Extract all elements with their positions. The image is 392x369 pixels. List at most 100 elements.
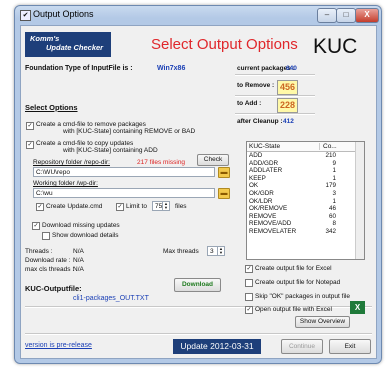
list-item-count: 1 [332,197,336,205]
stepper-arrows-icon[interactable]: ▲ ▼ [162,202,169,210]
list-item[interactable]: ADD 210 [247,152,364,160]
list-item-state: ADDLATER [249,167,283,175]
column-header-count[interactable]: Co... [319,143,337,150]
list-item-count: 46 [328,205,336,213]
list-item[interactable]: OK/REMOVE 46 [247,205,364,213]
show-download-details-checkbox[interactable] [42,232,50,240]
max-threads-stepper[interactable]: 3 ▲ ▼ [207,246,225,256]
stepper-arrows-icon[interactable]: ▲ ▼ [217,247,224,255]
working-folder-input[interactable]: C:\wu [33,188,215,198]
download-missing-checkbox[interactable]: ✓ [32,222,40,230]
column-header-state[interactable]: KUC-State [249,143,280,150]
create-update-cmd-label: Create Update.cmd [46,203,103,210]
max-cls-threads-label: max cls threads : [25,266,75,273]
maximize-button[interactable]: □ [336,8,356,23]
list-item[interactable]: KEEP 1 [247,175,364,183]
minimize-button[interactable]: – [317,8,337,23]
list-item[interactable]: REMOVE/ADD 8 [247,220,364,228]
files-label: files [175,203,187,210]
logo-line-1: Komm's [30,34,60,43]
list-item[interactable]: OK/LDR 1 [247,198,364,206]
foundation-label: Foundation Type of InputFile is : [25,65,133,72]
prerelease-link[interactable]: version is pre-release [25,342,92,349]
exit-button[interactable]: Exit [329,339,371,354]
list-item[interactable]: OK 179 [247,182,364,190]
logo-line-2: Update Checker [46,43,104,52]
remove-cmd-checkbox[interactable]: ✓ [26,122,34,130]
excel-output-checkbox[interactable]: ✓ [245,265,253,273]
list-item-count: 179 [325,182,336,190]
limit-to-checkbox[interactable]: ✓ [116,203,124,211]
open-excel-checkbox[interactable]: ✓ [245,306,253,314]
repo-folder-label: Repository folder /repo-dir: [33,159,110,166]
list-rows: ADD 210 ADD/GDR 9 ADDLATER 1 KEEP 1 OK 179 OK/GDR 3… [247,152,364,236]
list-item-count: 9 [332,159,336,167]
download-missing-label: Download missing updates [42,222,120,229]
list-scrollbar[interactable] [355,142,364,259]
max-threads-value: 3 [210,248,214,255]
to-add-label: to Add : [237,100,262,107]
folder-icon[interactable]: ▬ [218,167,230,178]
outputfile-label: KUC-Outputfile: [25,284,82,293]
copy-cmd-label-1: Create a cmd-file to copy updates [36,140,134,147]
list-item-count: 3 [332,189,336,197]
notepad-output-label: Create output file for Notepad [255,279,341,286]
show-download-details-label: Show download details [52,232,119,239]
threads-label: Threads : [25,248,53,255]
list-item-state: KEEP [249,174,266,182]
window-title: Output Options [33,9,94,19]
divider [235,74,315,76]
download-button[interactable]: Download [174,278,221,292]
list-item[interactable]: ADD/GDR 9 [247,160,364,168]
kuc-state-list[interactable]: KUC-State Co... ADD 210 ADD/GDR 9 ADDLATER 1 K… [246,141,365,260]
list-item-state: ADD/GDR [249,159,279,167]
limit-to-label: Limit to [126,203,147,210]
title-bar[interactable]: ✔ Output Options – □ X [15,6,381,24]
list-item-count: 8 [332,220,336,228]
close-button[interactable]: X [355,8,379,23]
continue-button[interactable]: Continue [281,339,323,354]
list-item-state: ADD [249,152,263,159]
excel-icon[interactable]: X [350,301,365,314]
notepad-output-checkbox[interactable] [245,279,253,287]
output-options-window: ✔ Output Options – □ X Komm's Update Che… [14,5,382,364]
list-item[interactable]: REMOVELATER 342 [247,228,364,236]
show-overview-button[interactable]: Show Overview [295,316,350,328]
skip-ok-checkbox[interactable] [245,293,253,301]
max-threads-label: Max threads [163,248,199,255]
repo-folder-input[interactable]: C:\WU\repo [33,167,215,177]
kuc-label: KUC [313,35,358,58]
repo-missing-text: 217 files missing [137,159,186,166]
to-remove-label: to Remove : [237,82,275,89]
list-item-count: 60 [328,212,336,220]
open-excel-label: Open output file with Excel [255,306,332,313]
folder-icon[interactable]: ▬ [218,188,230,199]
to-add-value: 228 [277,98,298,113]
after-cleanup-value: 412 [283,118,294,125]
list-item-state: REMOVE/ADD [249,220,292,228]
list-item-count: 210 [325,152,336,159]
check-icon: ✔ [20,10,31,21]
max-cls-threads-value: N/A [73,266,84,273]
copy-cmd-label-2: with [KUC-State] containing ADD [63,147,158,154]
list-item-state: OK [249,182,259,190]
working-folder-label: Working folder /wp-dir: [33,180,98,187]
download-rate-label: Download rate : [25,257,71,264]
copy-cmd-checkbox[interactable]: ✓ [26,141,34,149]
divider [25,333,372,335]
check-button[interactable]: Check [197,154,229,166]
list-item-count: 1 [332,167,336,175]
app-logo: Komm's Update Checker [25,32,111,57]
page-title: Select Output Options [151,36,298,53]
list-item[interactable]: REMOVE 60 [247,213,364,221]
list-item[interactable]: ADDLATER 1 [247,167,364,175]
foundation-value: Win7x86 [157,65,186,72]
create-update-cmd-checkbox[interactable]: ✓ [36,203,44,211]
threads-value: N/A [73,248,84,255]
to-remove-value: 456 [277,80,298,95]
list-item-state: OK/REMOVE [249,205,288,213]
limit-stepper[interactable]: 75 ▲ ▼ [152,201,170,211]
list-item[interactable]: OK/GDR 3 [247,190,364,198]
update-date-badge: Update 2012-03-31 [173,339,261,354]
skip-ok-label: Skip "OK" packages in output file [255,293,350,300]
